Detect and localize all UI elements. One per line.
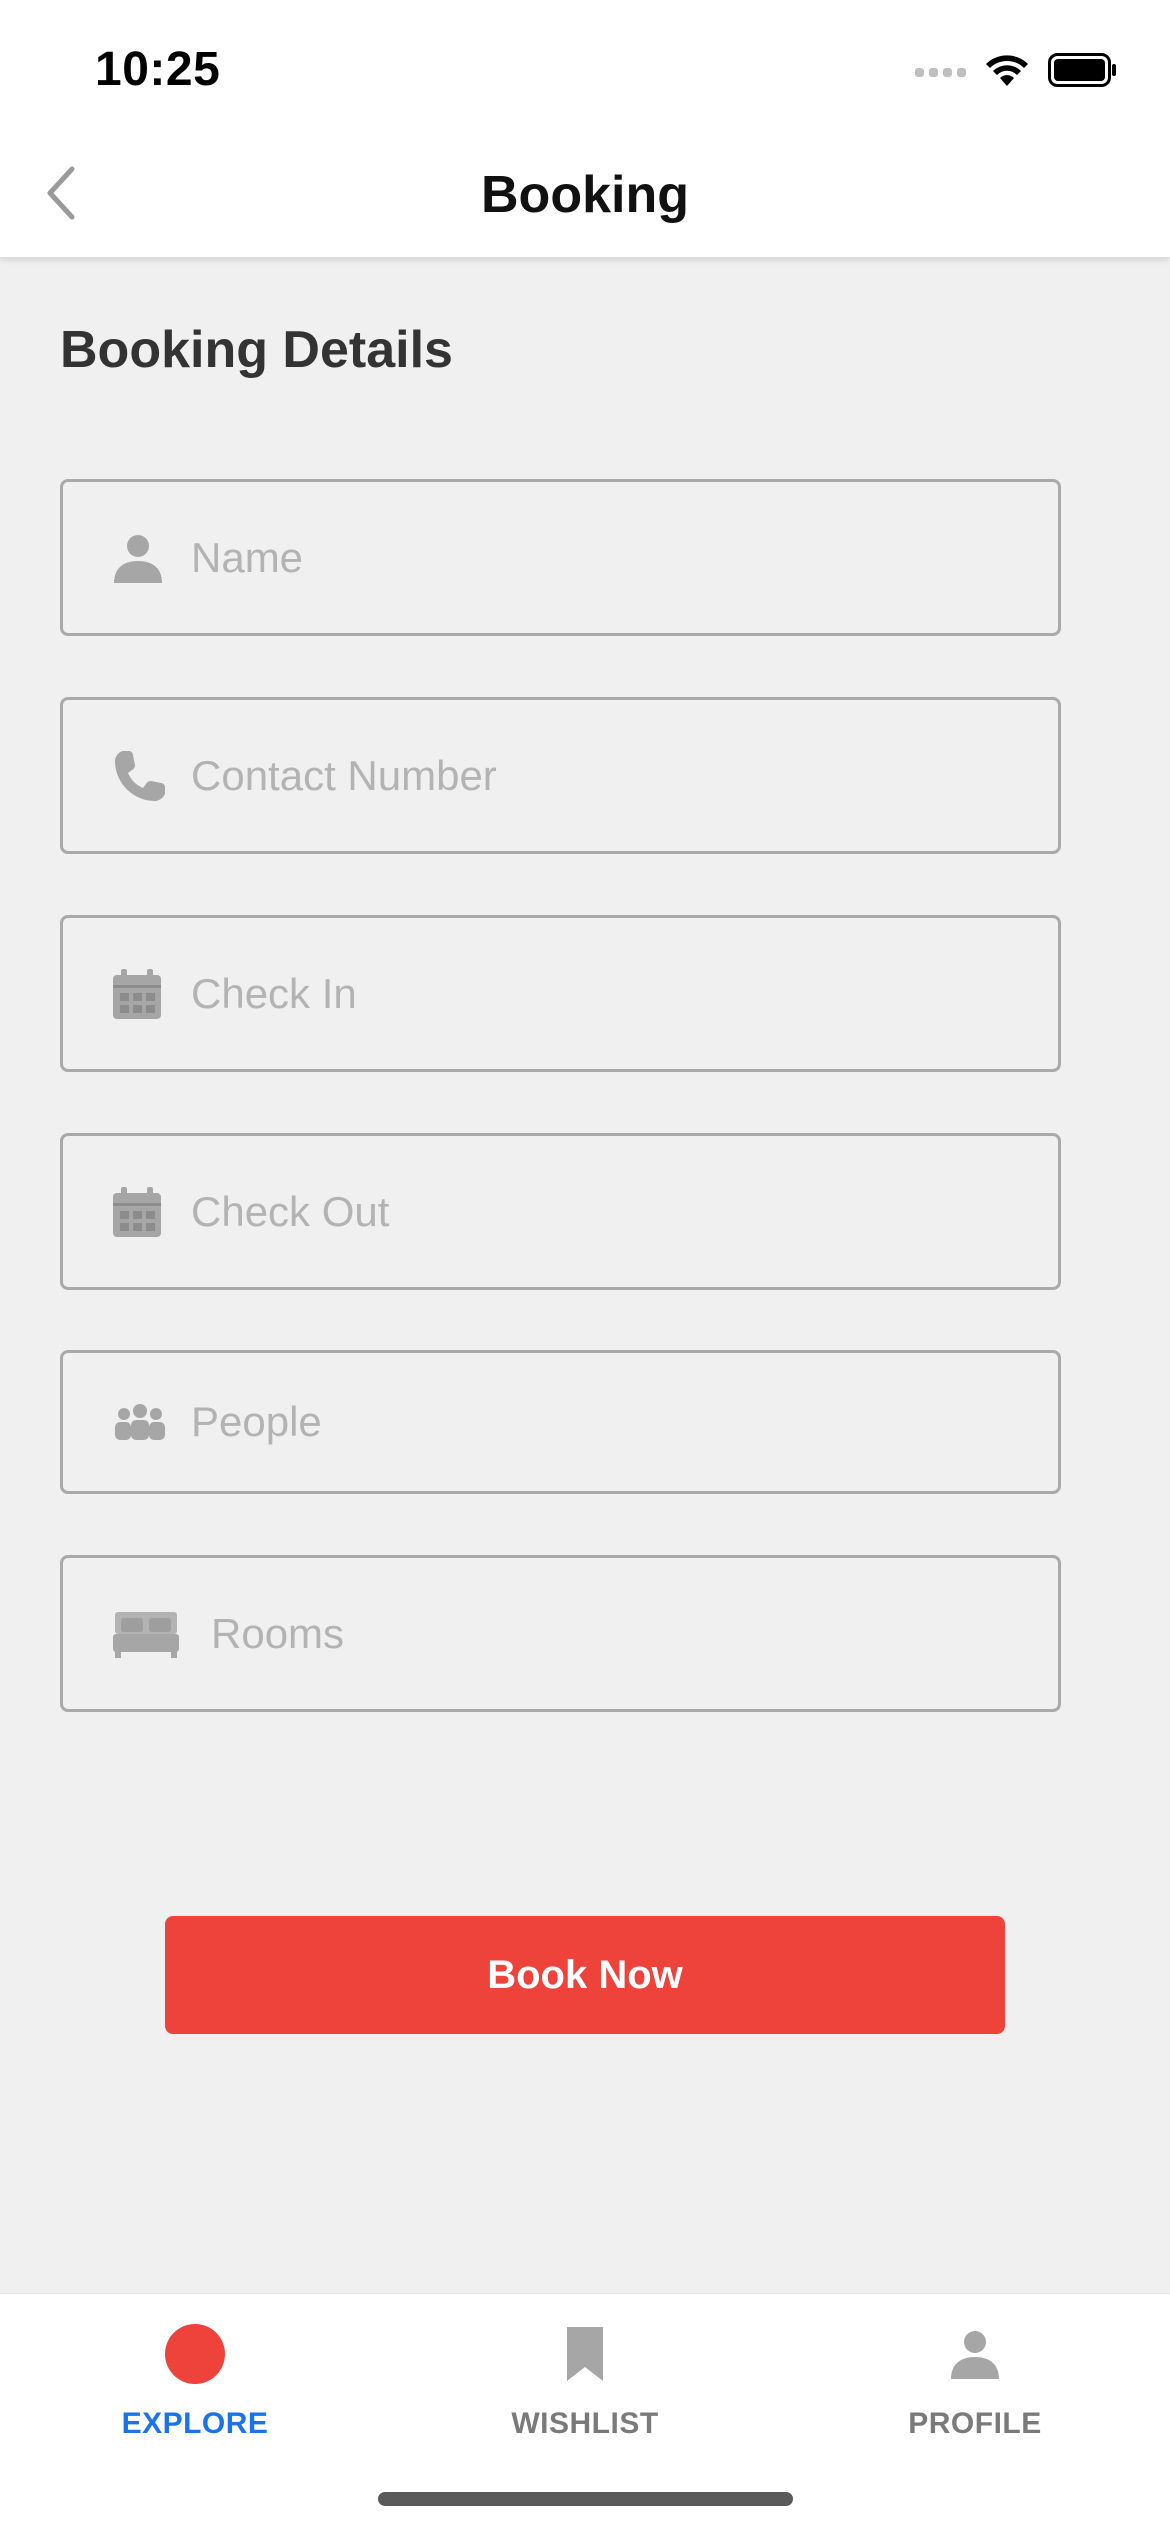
tab-explore[interactable]: EXPLORE (0, 2294, 390, 2464)
check-out-field[interactable] (60, 1133, 1061, 1290)
tab-profile[interactable]: PROFILE (780, 2294, 1170, 2464)
status-icons (915, 52, 1118, 92)
page-title: Booking (481, 166, 689, 224)
top-bar: 10:25 Booking (0, 0, 1170, 258)
check-out-input[interactable] (191, 1136, 1058, 1287)
person-icon (111, 531, 191, 585)
tab-label-wishlist: WISHLIST (511, 2407, 659, 2440)
contact-number-input[interactable] (191, 700, 1058, 851)
wifi-icon (984, 52, 1030, 93)
people-input[interactable] (191, 1353, 1058, 1491)
signal-icon (915, 67, 966, 77)
people-field[interactable] (60, 1350, 1061, 1494)
name-input[interactable] (191, 482, 1058, 633)
bookmark-icon (563, 2319, 607, 2389)
book-now-button[interactable]: Book Now (165, 1916, 1005, 2034)
bed-icon (111, 1608, 211, 1660)
phone-icon (111, 747, 191, 805)
rooms-field[interactable] (60, 1555, 1061, 1712)
tab-wishlist[interactable]: WISHLIST (390, 2294, 780, 2464)
calendar-icon (111, 1185, 191, 1239)
contact-field[interactable] (60, 697, 1061, 854)
tab-label-explore: EXPLORE (121, 2407, 269, 2440)
group-icon (111, 1402, 191, 1442)
section-title: Booking Details (60, 321, 453, 379)
name-field[interactable] (60, 479, 1061, 636)
tab-label-profile: PROFILE (908, 2407, 1042, 2440)
rooms-input[interactable] (211, 1558, 1058, 1709)
status-time: 10:25 (95, 43, 221, 96)
explore-dot-icon (164, 2319, 226, 2389)
battery-icon (1048, 52, 1118, 92)
check-in-field[interactable] (60, 915, 1061, 1072)
home-indicator (378, 2492, 793, 2506)
calendar-icon (111, 967, 191, 1021)
check-in-input[interactable] (191, 918, 1058, 1069)
person-icon (948, 2319, 1002, 2389)
